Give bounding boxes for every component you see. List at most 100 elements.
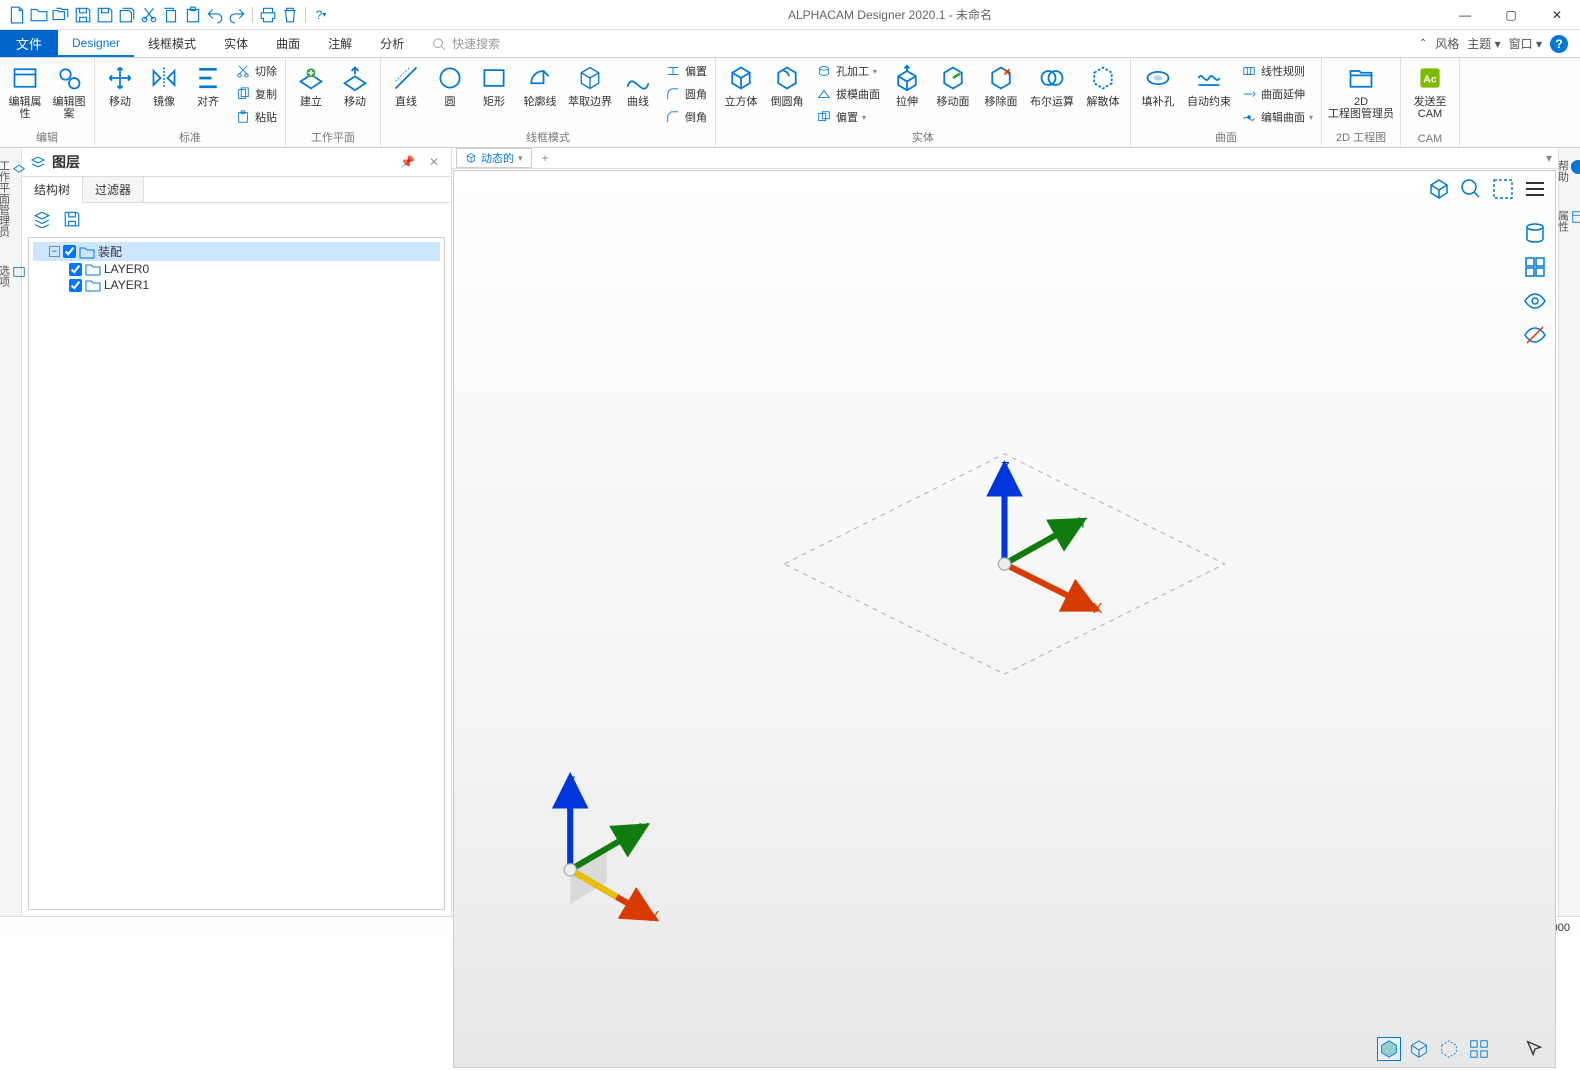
fillet-wf-button[interactable]: 圆角: [661, 83, 711, 105]
svg-text:Y: Y: [639, 821, 649, 837]
new-icon[interactable]: [8, 6, 26, 24]
edit-pattern-button[interactable]: 编辑图案: [48, 60, 90, 122]
auto-constrain-button[interactable]: 自动约束: [1183, 60, 1235, 110]
wireframe-mode-icon[interactable]: [1407, 1037, 1431, 1061]
cut-button[interactable]: 切除: [231, 60, 281, 82]
filter-tab[interactable]: 过滤器: [83, 177, 144, 202]
tree-node-assembly[interactable]: − 装配: [33, 242, 440, 261]
delete-icon[interactable]: [281, 6, 299, 24]
hole-button[interactable]: 孔加工▾: [812, 60, 884, 82]
window-menu[interactable]: 窗口 ▾: [1509, 35, 1542, 52]
layer1-checkbox[interactable]: [69, 279, 82, 292]
structure-tree-tab[interactable]: 结构树: [22, 177, 83, 203]
eye-show-icon[interactable]: [1523, 289, 1547, 313]
cut-qat-icon[interactable]: [140, 6, 158, 24]
drawing-manager-button[interactable]: 2D 工程图管理员: [1326, 60, 1396, 122]
paste-button[interactable]: 粘贴: [231, 106, 281, 128]
hamburger-icon[interactable]: [1523, 177, 1547, 201]
paste-qat-icon[interactable]: [184, 6, 202, 24]
help-tab[interactable]: ?帮助: [1555, 156, 1580, 186]
silhouette-button[interactable]: 轮廓线: [517, 60, 563, 110]
tab-analysis[interactable]: 分析: [366, 30, 418, 57]
tab-annotation[interactable]: 注解: [314, 30, 366, 57]
fillet-solid-button[interactable]: 倒圆角: [764, 60, 810, 110]
transparent-mode-icon[interactable]: [1437, 1037, 1461, 1061]
offset-wf-button[interactable]: 偏置: [661, 60, 711, 82]
style-menu[interactable]: 风格: [1435, 35, 1459, 52]
save-layers-icon[interactable]: [60, 207, 84, 231]
view-tab-dynamic[interactable]: 动态的▾: [456, 148, 532, 168]
dissolve-button[interactable]: 解散体: [1080, 60, 1126, 110]
move-plane-button[interactable]: 移动: [334, 60, 376, 110]
mirror-button[interactable]: 镜像: [143, 60, 185, 110]
tree-node-layer1[interactable]: LAYER1: [33, 277, 440, 293]
print-icon[interactable]: [259, 6, 277, 24]
create-plane-button[interactable]: 建立: [290, 60, 332, 110]
view-tab-menu[interactable]: ▾: [1540, 151, 1558, 165]
cursor-mode-icon[interactable]: [1523, 1037, 1547, 1061]
save-icon[interactable]: [74, 6, 92, 24]
maximize-button[interactable]: ▢: [1488, 0, 1534, 30]
boolean-button[interactable]: 布尔运算: [1026, 60, 1078, 110]
grid-mode-icon[interactable]: [1467, 1037, 1491, 1061]
help-icon[interactable]: ?: [1550, 35, 1568, 53]
viewport[interactable]: X Y Z X Y Z: [453, 170, 1556, 1068]
cube-button[interactable]: 立方体: [720, 60, 762, 110]
view-cube-icon[interactable]: [1427, 177, 1451, 201]
rectangle-button[interactable]: 矩形: [473, 60, 515, 110]
move-face-button[interactable]: 移动面: [930, 60, 976, 110]
line-button[interactable]: 直线: [385, 60, 427, 110]
help-qat-icon[interactable]: ?▾: [312, 6, 330, 24]
save-as-icon[interactable]: [96, 6, 114, 24]
minimize-button[interactable]: —: [1442, 0, 1488, 30]
extrude-button[interactable]: 拉伸: [886, 60, 928, 110]
copy-button[interactable]: 复制: [231, 83, 281, 105]
add-view-tab[interactable]: +: [536, 151, 555, 165]
remove-face-button[interactable]: 移除面: [978, 60, 1024, 110]
extract-edge-button[interactable]: 萃取边界: [565, 60, 615, 110]
curve-button[interactable]: 曲线: [617, 60, 659, 110]
properties-tab[interactable]: 属性: [1555, 206, 1580, 236]
frame-icon[interactable]: [1491, 177, 1515, 201]
assembly-checkbox[interactable]: [63, 245, 76, 258]
tree-node-layer0[interactable]: LAYER0: [33, 261, 440, 277]
send-to-cam-button[interactable]: Ac发送至 CAM: [1405, 60, 1455, 122]
copy-qat-icon[interactable]: [162, 6, 180, 24]
zoom-fit-icon[interactable]: [1459, 177, 1483, 201]
layer0-checkbox[interactable]: [69, 263, 82, 276]
shaded-mode-icon[interactable]: [1377, 1037, 1401, 1061]
undo-icon[interactable]: [206, 6, 224, 24]
offset-solid-button[interactable]: 偏置▾: [812, 106, 884, 128]
grid4-icon[interactable]: [1523, 255, 1547, 279]
redo-icon[interactable]: [228, 6, 246, 24]
chamfer-wf-button[interactable]: 倒角: [661, 106, 711, 128]
tab-designer[interactable]: Designer: [58, 30, 134, 57]
layers-tool-icon[interactable]: [30, 207, 54, 231]
panel-pin-icon[interactable]: 📌: [396, 155, 419, 169]
group-wireframe: 直线 圆 矩形 轮廓线 萃取边界 曲线 偏置 圆角 倒角 线框模式: [381, 58, 716, 147]
extrude-surf-button[interactable]: 拔模曲面: [812, 83, 884, 105]
panel-close-icon[interactable]: ✕: [425, 155, 443, 169]
extend-surf-button[interactable]: 曲面延伸: [1237, 83, 1317, 105]
open-multi-icon[interactable]: [52, 6, 70, 24]
edit-properties-button[interactable]: 编辑属性: [4, 60, 46, 122]
move-button[interactable]: 移动: [99, 60, 141, 110]
window-controls: — ▢ ✕: [1442, 0, 1580, 30]
close-button[interactable]: ✕: [1534, 0, 1580, 30]
expand-icon[interactable]: −: [49, 246, 60, 257]
file-tab[interactable]: 文件: [0, 30, 58, 57]
tab-surface[interactable]: 曲面: [262, 30, 314, 57]
eye-hide-icon[interactable]: [1523, 323, 1547, 347]
circle-button[interactable]: 圆: [429, 60, 471, 110]
edit-surf-button[interactable]: 编辑曲面▾: [1237, 106, 1317, 128]
align-button[interactable]: 对齐: [187, 60, 229, 110]
save-copy-icon[interactable]: [118, 6, 136, 24]
tab-wireframe[interactable]: 线框模式: [134, 30, 210, 57]
quick-search[interactable]: 快速搜索: [418, 30, 514, 57]
tab-solid[interactable]: 实体: [210, 30, 262, 57]
theme-menu[interactable]: 主题 ▾: [1467, 35, 1500, 52]
fill-hole-button[interactable]: 填补孔: [1135, 60, 1181, 110]
cylinder-icon[interactable]: [1523, 221, 1547, 245]
open-icon[interactable]: [30, 6, 48, 24]
ruled-button[interactable]: 线性规则: [1237, 60, 1317, 82]
